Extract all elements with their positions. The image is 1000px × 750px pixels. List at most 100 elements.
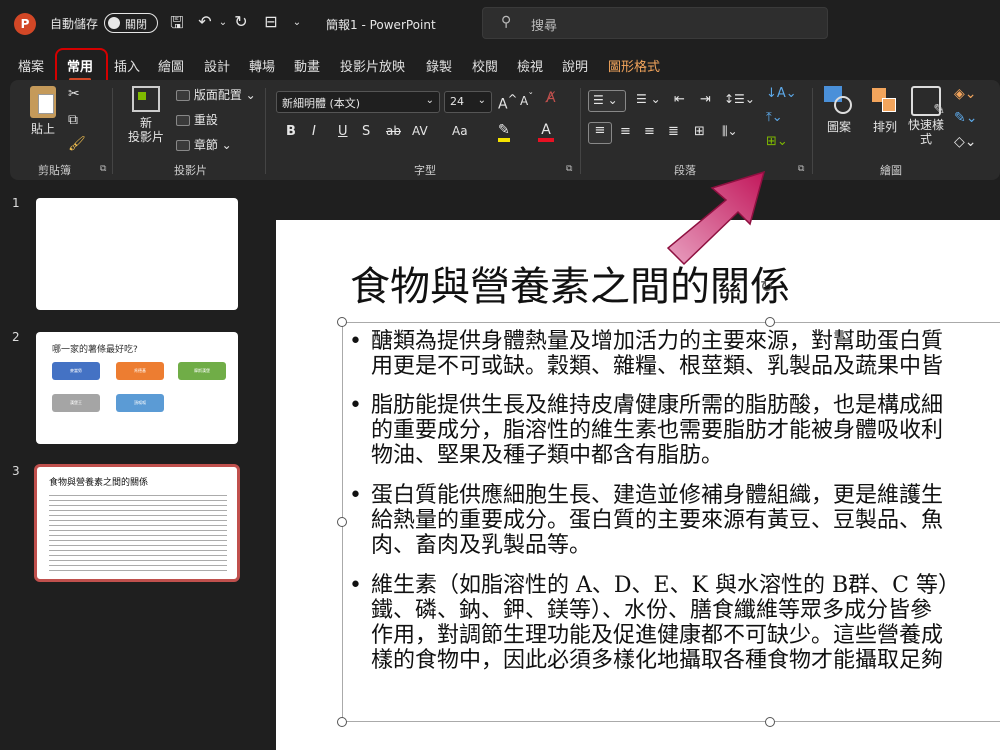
rotate-handle-icon[interactable]: ↻ — [760, 277, 773, 296]
char-spacing-button[interactable]: AV — [412, 124, 428, 138]
bold-button[interactable]: B — [286, 124, 296, 139]
align-left-button[interactable]: ≡ — [588, 122, 612, 144]
autosave-toggle[interactable]: 關閉 — [104, 13, 158, 33]
section-button[interactable]: 章節 ⌄ — [176, 136, 232, 153]
font-size-value: 24 — [450, 95, 464, 108]
font-name-combo[interactable]: 新細明體 (本文) ⌄ — [276, 91, 440, 113]
reset-button[interactable]: 重設 — [176, 111, 218, 128]
slide-editing-canvas: 食物與營養素之間的關係 ↻ • 醣類為提供身體熱量及增加活力的主要來源，對幫助蛋白… — [262, 180, 1000, 750]
shadow-button[interactable]: S — [362, 124, 370, 139]
resize-handle[interactable] — [765, 317, 775, 327]
bullet-line: 醣類為提供身體熱量及增加活力的主要來源，對幫助蛋白質 — [371, 329, 944, 354]
align-text-icon[interactable]: ⤒⌄ — [766, 110, 783, 125]
section-icon — [176, 140, 190, 151]
save-icon[interactable]: 🖫 — [166, 12, 188, 39]
resize-handle[interactable] — [337, 517, 347, 527]
ribbon-tabs: 檔案 常用 插入 繪圖 設計 轉場 動畫 投影片放映 錄製 校閱 檢視 說明 圖… — [0, 48, 1000, 81]
font-name-value: 新細明體 (本文) — [282, 97, 361, 110]
bullet-line: 維生素（如脂溶性的 A、D、E、K 與水溶性的 B群、C 等） — [371, 573, 960, 598]
line-spacing-icon[interactable]: ↕☰⌄ — [724, 92, 755, 106]
copy-icon[interactable]: ⧉ — [68, 112, 78, 128]
thumbnail-number: 1 — [12, 196, 20, 210]
tab-shape-format[interactable]: 圖形格式 — [608, 56, 660, 75]
tab-review[interactable]: 校閱 — [472, 56, 498, 75]
tab-file[interactable]: 檔案 — [18, 56, 44, 75]
highlight-color-icon[interactable]: ✎ — [498, 122, 510, 142]
customize-qat-icon[interactable]: ⌄ — [286, 17, 308, 28]
redo-icon[interactable]: ↻ — [230, 12, 252, 31]
content-placeholder[interactable]: • 醣類為提供身體熱量及增加活力的主要來源，對幫助蛋白質 用更是不可或缺。穀類、雜糧… — [342, 322, 1000, 722]
underline-button[interactable]: U — [338, 124, 348, 139]
separator — [265, 88, 266, 174]
slide-thumbnail-3[interactable]: 食物與營養素之間的關係 — [34, 464, 240, 582]
present-icon[interactable]: ⊟ — [260, 12, 282, 31]
bullets-button[interactable]: ☰ ⌄ — [588, 90, 626, 112]
search-placeholder: 搜尋 — [531, 19, 558, 34]
thumbnail-body-lines — [49, 491, 227, 571]
increase-indent-icon[interactable]: ⇥ — [700, 92, 711, 107]
resize-handle[interactable] — [337, 317, 347, 327]
grow-font-icon[interactable]: A^ — [498, 92, 517, 113]
font-size-combo[interactable]: 24 ⌄ — [444, 91, 492, 113]
font-launcher-icon[interactable]: ⧉ — [566, 164, 572, 174]
layout-label: 版面配置 — [193, 88, 242, 102]
shrink-font-icon[interactable]: Aˇ — [520, 92, 533, 108]
separator — [580, 88, 581, 174]
distributed-icon[interactable]: ⊞ — [694, 124, 705, 139]
convert-smartart-icon[interactable]: ⊞⌄ — [766, 134, 788, 149]
text-direction-icon[interactable]: ↓A⌄ — [766, 86, 797, 101]
section-label: 章節 — [193, 138, 218, 152]
align-center-icon[interactable]: ≡ — [620, 124, 631, 139]
reset-icon — [176, 115, 190, 126]
tab-slideshow[interactable]: 投影片放映 — [340, 56, 405, 75]
thumbnail-number: 3 — [12, 464, 20, 478]
columns-icon[interactable]: ⫼⌄ — [722, 124, 738, 139]
tab-record[interactable]: 錄製 — [426, 56, 452, 75]
shapes-icon — [824, 86, 854, 116]
shape-fill-icon[interactable]: ◈⌄ — [954, 86, 977, 102]
thumbnail-option: 漢堡王 — [52, 394, 100, 412]
slide-thumbnail-1[interactable] — [36, 198, 238, 310]
tab-transitions[interactable]: 轉場 — [249, 56, 275, 75]
shape-effects-icon[interactable]: ◇⌄ — [954, 134, 977, 150]
shapes-button[interactable]: 圖案 — [818, 86, 860, 135]
search-box[interactable]: ⚲ 搜尋 — [482, 7, 828, 39]
bullet-line: 的重要成分，脂溶性的維生素也需要脂肪才能被身體吸收利 — [371, 418, 944, 443]
new-slide-button[interactable]: 新 投影片 — [120, 86, 172, 144]
numbering-icon[interactable]: ☰ ⌄ — [636, 92, 661, 106]
paste-button[interactable]: 貼上 — [26, 86, 60, 137]
arrange-button[interactable]: 排列 — [864, 86, 906, 135]
font-color-icon[interactable]: A — [538, 122, 554, 142]
reset-label: 重設 — [193, 113, 218, 127]
bullet-item: • 維生素（如脂溶性的 A、D、E、K 與水溶性的 B群、C 等） 鐵、磷、鈉、鉀、… — [349, 573, 1000, 673]
change-case-button[interactable]: Aa — [452, 124, 468, 138]
thumbnail-option: 頂呱呱 — [116, 394, 164, 412]
quick-styles-label: 快速樣 式 — [907, 118, 944, 146]
tab-insert[interactable]: 插入 — [114, 56, 140, 75]
bullet-dot: • — [349, 329, 362, 354]
resize-handle[interactable] — [765, 717, 775, 727]
tab-design[interactable]: 設計 — [204, 56, 230, 75]
tab-view[interactable]: 檢視 — [517, 56, 543, 75]
tab-animations[interactable]: 動畫 — [294, 56, 320, 75]
tab-draw[interactable]: 繪圖 — [158, 56, 184, 75]
clear-formatting-icon[interactable]: A̸ — [546, 90, 556, 106]
tab-help[interactable]: 說明 — [562, 56, 588, 75]
strikethrough-button[interactable]: ab — [386, 124, 401, 138]
justify-icon[interactable]: ≣ — [668, 124, 679, 139]
current-slide[interactable]: 食物與營養素之間的關係 ↻ • 醣類為提供身體熱量及增加活力的主要來源，對幫助蛋白… — [276, 220, 1000, 750]
font-group-label: 字型 — [414, 164, 436, 177]
clipboard-launcher-icon[interactable]: ⧉ — [100, 164, 106, 174]
paragraph-launcher-icon[interactable]: ⧉ — [798, 164, 804, 174]
decrease-indent-icon[interactable]: ⇤ — [674, 92, 685, 107]
shape-outline-icon[interactable]: ✎⌄ — [954, 110, 977, 126]
cut-icon[interactable]: ✂ — [68, 86, 80, 102]
quick-styles-button[interactable]: ✎ 快速樣 式 — [904, 86, 948, 146]
slide-thumbnail-2[interactable]: 哪一家的薯條最好吃? 麥當勞 肯德基 摩斯漢堡 漢堡王 頂呱呱 — [36, 332, 238, 444]
format-painter-icon[interactable]: 🖌 — [68, 136, 86, 152]
layout-button[interactable]: 版面配置 ⌄ — [176, 86, 256, 103]
chevron-down-icon: ⌄ — [477, 95, 486, 106]
align-right-icon[interactable]: ≡ — [644, 124, 655, 139]
italic-button[interactable]: I — [312, 124, 316, 139]
resize-handle[interactable] — [337, 717, 347, 727]
